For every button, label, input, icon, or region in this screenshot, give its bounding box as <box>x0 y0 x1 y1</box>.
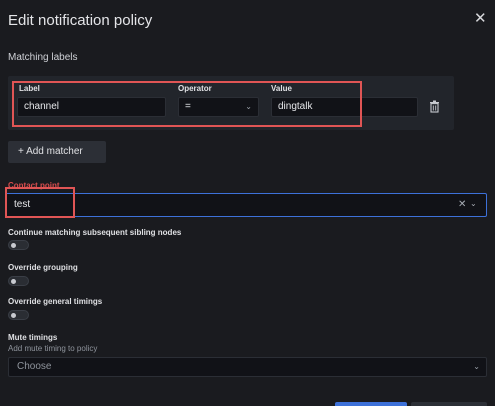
trash-icon[interactable] <box>429 100 440 113</box>
mute-timings-select[interactable]: Choose ⌄ <box>8 357 487 377</box>
contact-point-value: test <box>14 199 31 210</box>
chevron-down-icon: ⌄ <box>473 362 480 371</box>
override-grouping-toggle[interactable] <box>8 276 29 286</box>
continue-matching-label: Continue matching subsequent sibling nod… <box>8 228 182 237</box>
edit-notification-policy-dialog: Edit notification policy ✕ Matching labe… <box>0 0 495 406</box>
operator-select[interactable]: = ⌄ <box>178 97 259 117</box>
cancel-button[interactable] <box>411 402 487 406</box>
toggle-knob <box>11 279 16 284</box>
operator-column-header: Operator <box>178 84 212 93</box>
contact-point-select[interactable]: test <box>5 193 487 217</box>
mute-timings-description: Add mute timing to policy <box>8 344 98 353</box>
continue-matching-toggle[interactable] <box>8 240 29 250</box>
override-grouping-label: Override grouping <box>8 263 78 272</box>
chevron-down-icon[interactable]: ⌄ <box>470 199 477 208</box>
add-matcher-button[interactable]: + Add matcher <box>8 141 106 163</box>
value-input-value: dingtalk <box>278 101 313 112</box>
operator-select-value: = <box>185 101 191 112</box>
label-input-value: channel <box>24 101 60 112</box>
contact-point-label: Contact point <box>8 181 60 190</box>
mute-timings-label: Mute timings <box>8 333 58 342</box>
save-policy-button[interactable] <box>335 402 407 406</box>
label-input[interactable]: channel <box>17 97 166 117</box>
chevron-down-icon: ⌄ <box>245 102 252 111</box>
override-timings-toggle[interactable] <box>8 310 29 320</box>
dialog-title: Edit notification policy <box>8 12 153 29</box>
override-timings-label: Override general timings <box>8 297 103 306</box>
matching-labels-heading: Matching labels <box>8 52 78 63</box>
value-input[interactable]: dingtalk <box>271 97 418 117</box>
label-column-header: Label <box>19 84 40 93</box>
close-icon[interactable]: ✕ <box>474 11 487 27</box>
toggle-knob <box>11 313 16 318</box>
mute-timings-placeholder: Choose <box>17 361 52 372</box>
close-icon[interactable]: ✕ <box>458 199 466 210</box>
value-column-header: Value <box>271 84 292 93</box>
toggle-knob <box>11 243 16 248</box>
